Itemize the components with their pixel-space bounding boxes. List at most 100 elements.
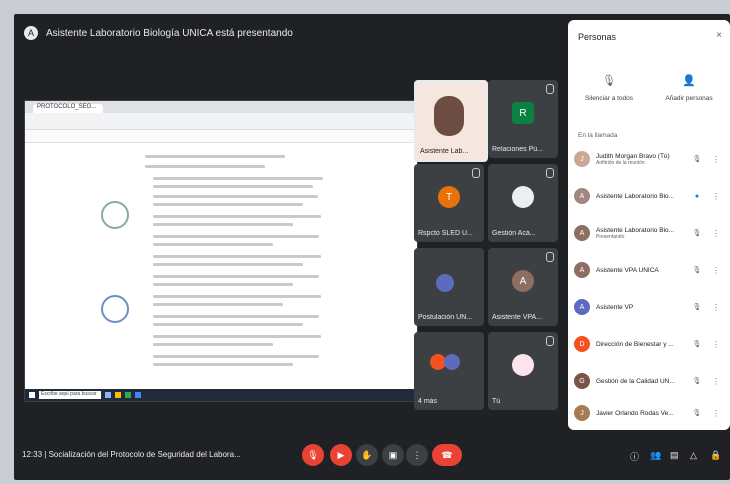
participant-avatar: T [438, 186, 460, 208]
start-icon[interactable] [29, 392, 35, 398]
avatar: A [574, 299, 590, 315]
lock-icon[interactable]: 🔒 [710, 450, 721, 461]
participant-avatar [436, 274, 454, 292]
participant-row[interactable]: A Asistente VP 🎙 ⋮ [574, 294, 724, 320]
hand-icon: ✋ [361, 449, 373, 460]
shared-screen[interactable]: PROTOCOLO_SEG... Escribe aquí para busca… [24, 100, 418, 402]
speaking-icon[interactable]: ● [692, 193, 702, 200]
participant-row[interactable]: J Javier Orlando Rodas Ve... 🎙 ⋮ [574, 400, 724, 426]
raise-hand-button[interactable]: ✋ [356, 444, 378, 466]
mic-off-icon [472, 168, 480, 178]
mic-toggle-button[interactable]: 🎙 [302, 444, 324, 466]
meeting-info: 12:33 | Socialización del Protocolo de S… [22, 450, 241, 459]
taskbar-app-icon[interactable] [115, 392, 121, 398]
clock-time: 12:33 [22, 450, 43, 459]
mic-off-icon: 🎙 [602, 75, 616, 87]
avatar: D [574, 336, 590, 352]
shared-document [53, 145, 353, 377]
mic-icon[interactable]: 🎙 [692, 155, 702, 163]
close-icon[interactable]: × [716, 30, 722, 41]
mic-icon[interactable]: 🎙 [692, 409, 702, 417]
more-options-icon[interactable]: ⋮ [712, 303, 720, 312]
mic-off-icon [546, 252, 554, 262]
avatar: A [574, 225, 590, 241]
participant-tile[interactable]: Gestión Acá... [488, 164, 558, 242]
section-label: En la llamada [578, 132, 618, 139]
mic-icon[interactable]: 🎙 [692, 303, 702, 311]
mic-icon[interactable]: 🎙 [692, 229, 702, 237]
presenter-banner: A Asistente Laboratorio Biología UNICA e… [14, 14, 574, 52]
camera-toggle-button[interactable]: ▶ [330, 444, 352, 466]
more-options-icon[interactable]: ⋮ [712, 155, 720, 164]
participant-tile[interactable]: 4 más [414, 332, 484, 410]
taskbar-search[interactable]: Escribe aquí para buscar [39, 391, 101, 399]
seal-icon [101, 201, 129, 229]
participant-row[interactable]: A Asistente Laboratorio Bio... ● ⋮ [574, 183, 724, 209]
mute-all-button[interactable]: 🎙 Silenciar a todos [574, 74, 644, 102]
participant-tile[interactable]: Postulación UN... [414, 248, 484, 326]
participant-tile[interactable]: Asistente Lab... [414, 80, 488, 162]
info-icon[interactable]: ⓘ [630, 450, 639, 463]
participant-tile[interactable]: A Asistente VPA... [488, 248, 558, 326]
participant-video [434, 96, 464, 136]
mic-icon[interactable]: 🎙 [692, 266, 702, 274]
add-people-button[interactable]: 👤 Añadir personas [654, 74, 724, 102]
more-options-icon[interactable]: ⋮ [712, 377, 720, 386]
mic-off-icon [546, 168, 554, 178]
participant-avatar: R [512, 102, 534, 124]
more-options-icon[interactable]: ⋮ [712, 266, 720, 275]
mic-off-icon [546, 336, 554, 346]
mic-icon[interactable]: 🎙 [692, 340, 702, 348]
participant-tile[interactable]: R Relaciones Pú... [488, 80, 558, 158]
browser-tabbar: PROTOCOLO_SEG... [25, 101, 417, 113]
participant-row[interactable]: G Gestión de la Calidad UN... 🎙 ⋮ [574, 368, 724, 394]
avatar: A [574, 262, 590, 278]
people-icon[interactable]: 👥 [650, 450, 661, 461]
leave-call-button[interactable]: ☎ [432, 444, 462, 466]
activities-icon[interactable]: △ [690, 450, 697, 461]
more-options-icon[interactable]: ⋮ [712, 192, 720, 201]
more-options-button[interactable]: ⋮ [406, 444, 428, 466]
present-button[interactable]: ▣ [382, 444, 404, 466]
present-screen-icon: ▣ [388, 449, 398, 460]
mic-off-icon [546, 84, 554, 94]
end-call-icon: ☎ [441, 449, 453, 460]
avatar: A [574, 188, 590, 204]
participant-tile[interactable]: T Rspcto SLED U... [414, 164, 484, 242]
browser-tab[interactable]: PROTOCOLO_SEG... [33, 104, 103, 113]
avatar: J [574, 405, 590, 421]
doc-ribbon [25, 130, 417, 143]
participant-row[interactable]: A Asistente Laboratorio Bio... Presentand… [574, 220, 724, 246]
participant-row[interactable]: A Asistente VPA UNICA 🎙 ⋮ [574, 257, 724, 283]
windows-taskbar: Escribe aquí para buscar [25, 389, 417, 401]
more-options-icon[interactable]: ⋮ [712, 340, 720, 349]
person-add-icon: 👤 [682, 75, 696, 87]
more-vert-icon: ⋮ [412, 449, 422, 460]
taskbar-app-icon[interactable] [105, 392, 111, 398]
meeting-title: Socialización del Protocolo de Seguridad… [48, 450, 241, 459]
meet-window: A Asistente Laboratorio Biología UNICA e… [14, 14, 730, 480]
taskbar-app-icon[interactable] [125, 392, 131, 398]
participant-tile[interactable]: Tú [488, 332, 558, 410]
logo-icon [101, 295, 129, 323]
presenter-text: Asistente Laboratorio Biología UNICA est… [46, 27, 293, 39]
participant-row[interactable]: D Dirección de Bienestar y ... 🎙 ⋮ [574, 331, 724, 357]
self-video [512, 354, 534, 376]
panel-title: Personas [578, 32, 617, 42]
avatar: G [574, 373, 590, 389]
avatar: J [574, 151, 590, 167]
taskbar-app-icon[interactable] [135, 392, 141, 398]
more-options-icon[interactable]: ⋮ [712, 229, 720, 238]
mic-icon[interactable]: 🎙 [692, 377, 702, 385]
people-panel: Personas × 🎙 Silenciar a todos 👤 Añadir … [568, 20, 730, 430]
bottom-bar: 12:33 | Socialización del Protocolo de S… [14, 434, 730, 480]
participant-avatar [444, 354, 460, 370]
participant-photo [512, 186, 534, 208]
browser-toolbar [25, 113, 417, 130]
mic-off-icon: 🎙 [307, 449, 319, 460]
present-icon: A [24, 26, 38, 40]
participant-row[interactable]: J Judith Morgan Bravo (Tú) Anfitrión de l… [574, 146, 724, 172]
more-options-icon[interactable]: ⋮ [712, 409, 720, 418]
participant-avatar: A [512, 270, 534, 292]
chat-icon[interactable]: ▤ [670, 450, 679, 461]
